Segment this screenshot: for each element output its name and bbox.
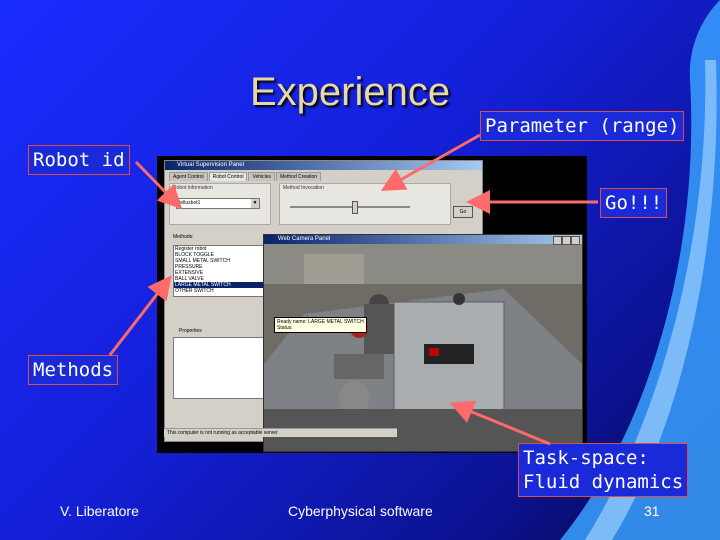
- arrow-robot-id: [134, 160, 183, 210]
- arrow-methods: [108, 275, 172, 356]
- footer-author: V. Liberatore: [60, 503, 139, 519]
- arrow-task-space: [449, 400, 551, 446]
- footer-page-number: 31: [644, 503, 660, 519]
- footer-course: Cyberphysical software: [288, 503, 433, 519]
- callout-arrows: [108, 133, 598, 446]
- arrow-parameter: [380, 133, 481, 191]
